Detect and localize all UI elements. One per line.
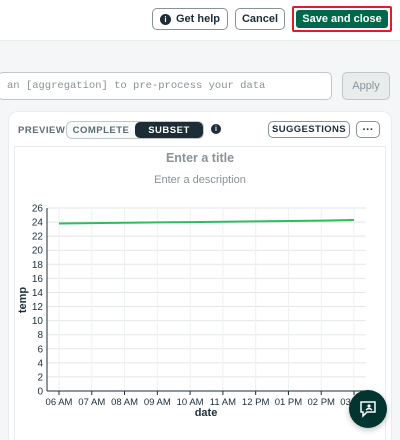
- chat-assistant-button[interactable]: [349, 390, 387, 428]
- y-tick-label: 12: [32, 302, 44, 313]
- y-axis: 02468101214161820222426: [32, 204, 48, 398]
- y-tick-label: 4: [37, 358, 43, 369]
- chat-icon: [360, 401, 376, 418]
- x-tick-label: 06 AM: [46, 397, 73, 408]
- x-tick-label: 01 PM: [275, 397, 303, 408]
- y-tick-label: 2: [37, 372, 43, 383]
- y-tick-label: 14: [32, 288, 44, 299]
- x-tick-label: 08 AM: [111, 397, 138, 408]
- x-axis-label: date: [195, 407, 218, 419]
- x-tick-label: 09 AM: [144, 397, 171, 408]
- chart-grid: [47, 207, 366, 392]
- y-tick-label: 20: [32, 246, 44, 257]
- y-tick-label: 24: [32, 218, 44, 229]
- x-axis: 06 AM 07 AM 08 AM 09 AM 10 AM 11 AM 12 PM 01 PM…: [46, 390, 368, 408]
- y-tick-label: 22: [32, 232, 44, 243]
- line-chart: 02468101214161820222426 06 AM 07 AM 08 AM 0…: [17, 204, 368, 420]
- y-tick-label: 16: [32, 274, 44, 285]
- y-tick-label: 10: [32, 316, 44, 327]
- y-tick-label: 26: [32, 204, 44, 215]
- y-tick-label: 6: [37, 344, 43, 355]
- x-tick-label: 07 AM: [78, 397, 105, 408]
- x-tick-label: 12 PM: [242, 397, 270, 408]
- y-tick-label: 0: [37, 387, 43, 398]
- y-tick-label: 8: [37, 330, 43, 341]
- y-tick-label: 18: [32, 260, 44, 271]
- y-axis-label: temp: [17, 287, 29, 314]
- x-tick-label: 02 PM: [307, 397, 335, 408]
